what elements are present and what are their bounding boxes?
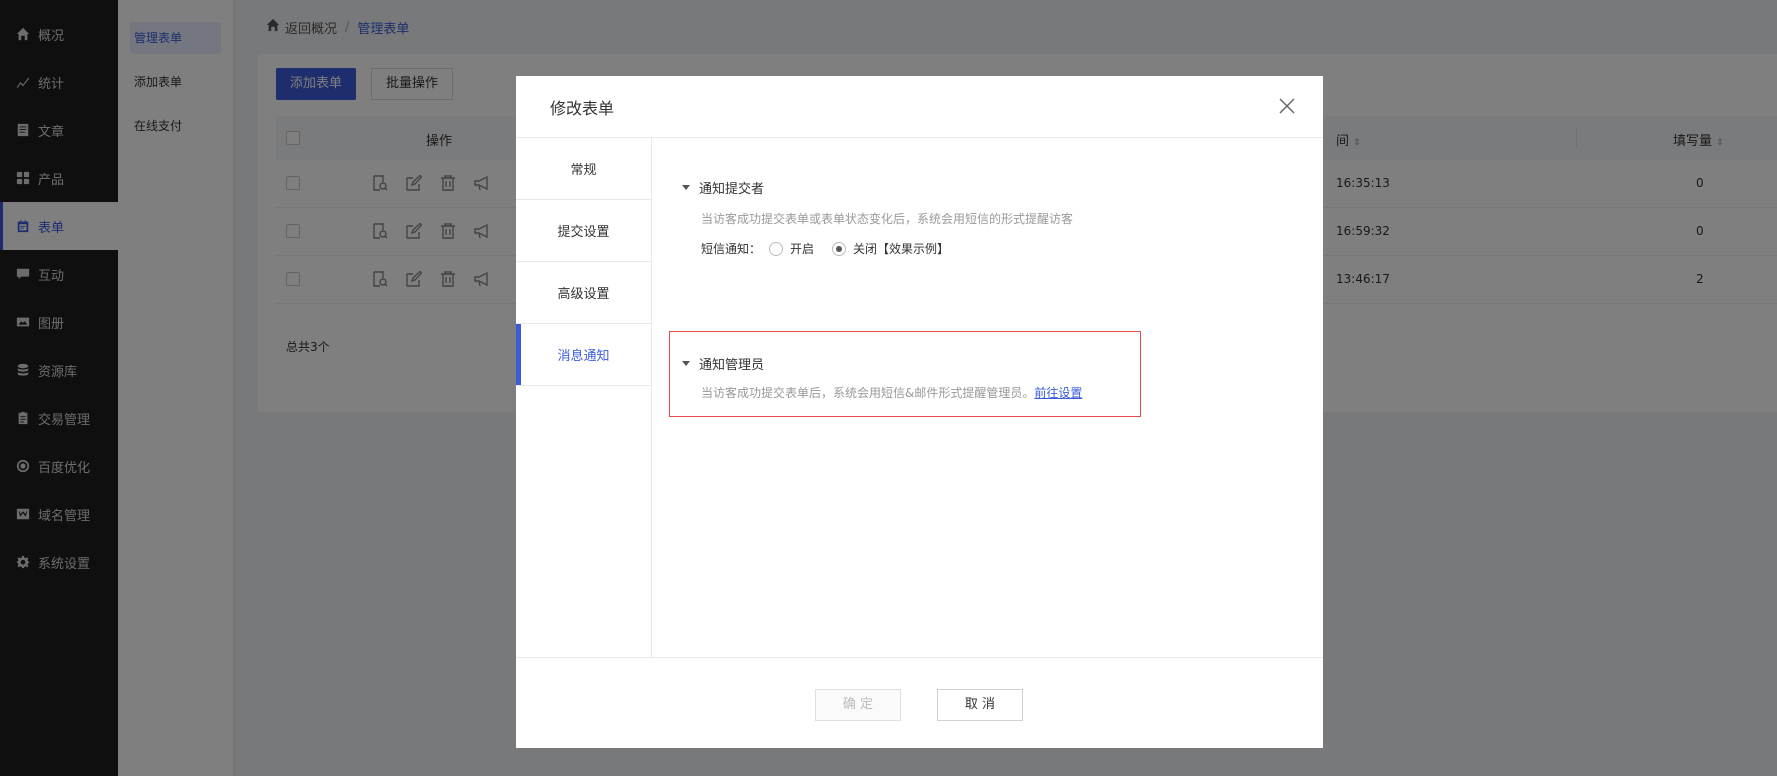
edit-form-modal: 修改表单 常规 提交设置 高级设置 消息通知 通知提交者 当访客成功提交表单或表… (516, 76, 1323, 748)
notify-admin-title: 通知管理员 (699, 358, 765, 373)
caret-down-icon (682, 185, 690, 190)
modal-body: 通知提交者 当访客成功提交表单或表单状态变化后，系统会用短信的形式提醒访客 短信… (652, 138, 1323, 657)
radio-sms-on[interactable] (769, 241, 784, 256)
sms-notify-label: 短信通知： (701, 242, 762, 256)
notify-submitter-title: 通知提交者 (699, 182, 765, 197)
tab-submit-settings[interactable]: 提交设置 (516, 200, 651, 262)
notify-submitter-toggle[interactable]: 通知提交者 (682, 178, 764, 197)
confirm-button[interactable]: 确 定 (815, 689, 901, 721)
goto-settings-link[interactable]: 前往设置 (1034, 386, 1082, 400)
modal-tabs: 常规 提交设置 高级设置 消息通知 (516, 138, 652, 657)
modal-header: 修改表单 (516, 76, 1323, 138)
tab-advanced-settings[interactable]: 高级设置 (516, 262, 651, 324)
radio-sms-on-label[interactable]: 开启 (790, 240, 814, 257)
notify-admin-desc: 当访客成功提交表单后，系统会用短信&邮件形式提醒管理员。前往设置 (701, 386, 1083, 400)
sms-notify-row: 短信通知： 开启 关闭 【效果示例】 (682, 240, 949, 257)
example-link[interactable]: 【效果示例】 (877, 240, 949, 257)
notify-admin-section (669, 331, 1141, 417)
radio-sms-off[interactable] (832, 241, 847, 256)
tab-general[interactable]: 常规 (516, 138, 651, 200)
close-icon[interactable] (1277, 96, 1297, 116)
radio-sms-off-label[interactable]: 关闭 (853, 240, 877, 257)
cancel-button[interactable]: 取 消 (937, 689, 1023, 721)
notify-submitter-desc: 当访客成功提交表单或表单状态变化后，系统会用短信的形式提醒访客 (701, 212, 1074, 226)
modal-footer: 确 定 取 消 (516, 657, 1323, 748)
modal-title: 修改表单 (550, 98, 615, 118)
tab-notifications[interactable]: 消息通知 (516, 324, 651, 386)
notify-admin-toggle[interactable]: 通知管理员 (682, 354, 764, 373)
caret-down-icon (682, 361, 690, 366)
